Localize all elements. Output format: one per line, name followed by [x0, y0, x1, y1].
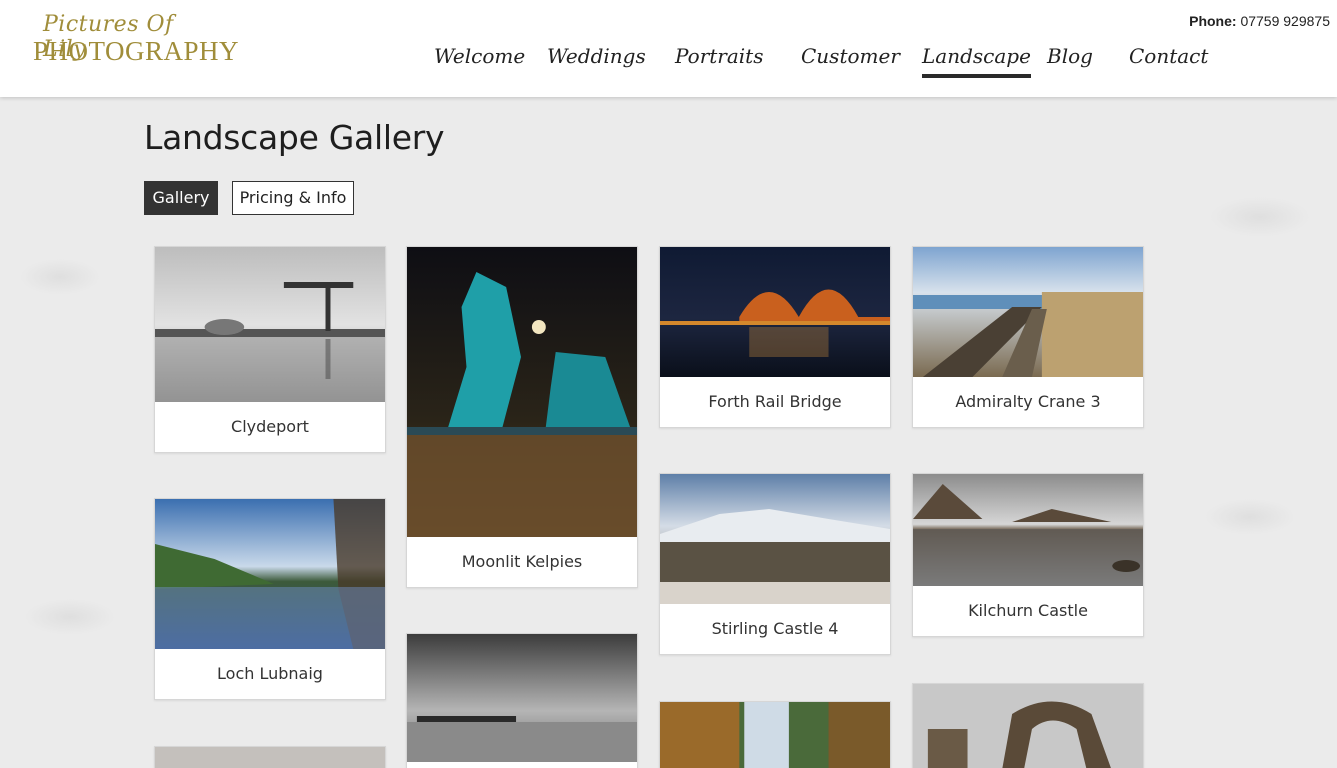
gallery-card-kilchurn-castle[interactable]: Kilchurn Castle	[912, 473, 1144, 637]
nav-welcome[interactable]: Welcome	[434, 44, 525, 78]
gallery-card-stirling-castle-4[interactable]: Stirling Castle 4	[659, 473, 891, 655]
nav-landscape[interactable]: Landscape	[922, 44, 1031, 78]
phone-number[interactable]: 07759 929875	[1240, 13, 1330, 29]
nav-contact[interactable]: Contact	[1129, 44, 1208, 78]
gallery-caption: Moonlit Kelpies	[461, 552, 583, 571]
gallery-card-partial-4[interactable]	[912, 683, 1144, 768]
gallery-image-kilchurn-castle[interactable]	[913, 474, 1143, 586]
gallery-image-clydeport[interactable]	[155, 247, 385, 402]
gallery-card-admiralty-crane-3[interactable]: Admiralty Crane 3	[912, 246, 1144, 428]
gallery-image-loch-lubnaig[interactable]	[155, 499, 385, 649]
gallery-image-admiralty-crane-3[interactable]	[913, 247, 1143, 377]
gallery-image-partial[interactable]	[155, 747, 385, 768]
gallery-card-moonlit-kelpies[interactable]: Moonlit Kelpies	[406, 246, 638, 588]
gallery-image-partial-3[interactable]	[660, 702, 890, 768]
gallery-image-forth-rail-bridge[interactable]	[660, 247, 890, 377]
gallery-image-partial-4[interactable]	[913, 684, 1143, 768]
page-title: Landscape Gallery	[144, 118, 445, 157]
gallery-caption: Stirling Castle 4	[711, 619, 839, 638]
gallery-caption: Admiralty Crane 3	[955, 392, 1101, 411]
gallery-card-loch-lubnaig[interactable]: Loch Lubnaig	[154, 498, 386, 700]
logo-main-text: PHOTOGRAPHY	[33, 36, 240, 66]
gallery-card-forth-rail-bridge[interactable]: Forth Rail Bridge	[659, 246, 891, 428]
gallery-caption: Clydeport	[231, 417, 309, 436]
gallery-image-moonlit-kelpies[interactable]	[407, 247, 637, 537]
phone-contact: Phone: 07759 929875	[1189, 13, 1330, 29]
gallery-card-partial-3[interactable]	[659, 701, 891, 768]
nav-blog[interactable]: Blog	[1047, 44, 1093, 78]
tab-pricing-info[interactable]: Pricing & Info	[232, 181, 354, 215]
gallery-caption: Kilchurn Castle	[968, 601, 1088, 620]
tab-gallery[interactable]: Gallery	[144, 181, 218, 215]
site-header: Pictures Of Lily PHOTOGRAPHY Phone: 0775…	[0, 0, 1337, 97]
nav-portraits[interactable]: Portraits	[675, 44, 763, 78]
nav-weddings[interactable]: Weddings	[547, 44, 646, 78]
gallery-image-partial-2[interactable]	[407, 634, 637, 762]
gallery-caption: Forth Rail Bridge	[708, 392, 842, 411]
gallery-card-partial[interactable]	[154, 746, 386, 768]
phone-label: Phone:	[1189, 13, 1237, 29]
gallery-card-partial-2[interactable]	[406, 633, 638, 768]
gallery-image-stirling-castle-4[interactable]	[660, 474, 890, 604]
nav-customer[interactable]: Customer	[801, 44, 900, 78]
gallery-caption: Loch Lubnaig	[217, 664, 323, 683]
gallery-card-clydeport[interactable]: Clydeport	[154, 246, 386, 453]
site-logo[interactable]: Pictures Of Lily PHOTOGRAPHY	[33, 12, 239, 72]
